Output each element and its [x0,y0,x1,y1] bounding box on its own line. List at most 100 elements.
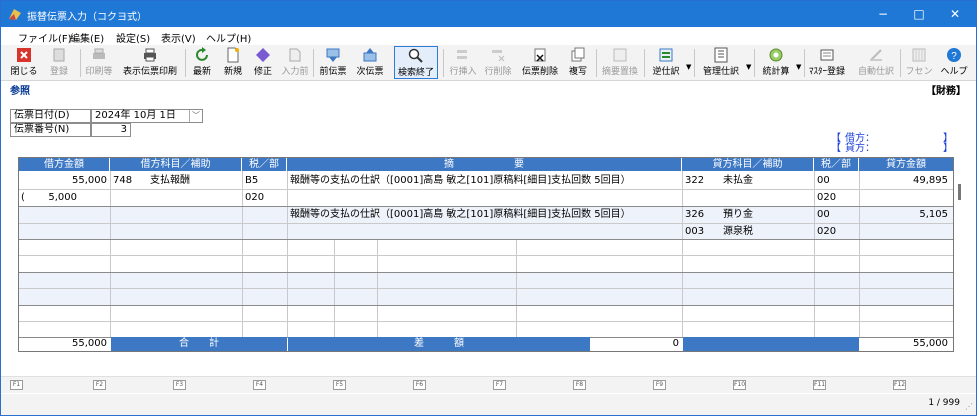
f10-key[interactable]: F10 [733,380,746,390]
credit-account-name[interactable]: 預り金 [723,206,811,223]
bracket-close: 】 [943,143,953,154]
toolbar-separator [754,49,755,77]
toolbar-label-insert-row: 行挿入 [449,67,477,77]
copy-button[interactable]: 複写 [564,46,592,79]
next-voucher-button[interactable]: 次伝票 [353,46,387,79]
credit-tax-cell[interactable]: 00 [817,206,857,223]
credit-account-name[interactable]: 未払金 [723,172,811,189]
toolbar-separator [804,49,805,77]
prev-voucher-button[interactable]: 前伝票 [317,46,349,79]
mode-bar: 参照 【財務】 [1,81,976,97]
menu-help[interactable]: ヘルプ(H) [206,30,251,45]
resize-grip-icon[interactable]: ⋰ [965,402,973,411]
maximize-button[interactable]: □ [900,1,938,27]
toolbar-label-new: 新規 [223,67,242,77]
edit-button[interactable]: 修正 [250,46,276,79]
credit-tax-cell[interactable]: 020 [817,189,857,206]
f6-key[interactable]: F6 [413,380,426,390]
menu-settings[interactable]: 設定(S) [116,30,150,45]
menu-file[interactable]: ファイル(F) [18,30,72,45]
debit-amount-cell[interactable]: 55,000 [21,172,107,189]
calc-icon [769,48,783,62]
credit-account-name[interactable]: 源泉税 [723,223,811,240]
f4-key[interactable]: F4 [253,380,266,390]
sticky-note-icon [912,48,926,62]
credit-tax-cell[interactable]: 00 [817,172,857,189]
grid-line [19,239,953,240]
register-button[interactable]: 登録 [44,46,74,79]
reverse-icon [659,48,673,62]
date-input[interactable]: 2024年 10月 1日 ﹀ [91,109,203,123]
toolbar-separator [443,49,444,77]
debit-account-name[interactable]: 支払報酬 [150,172,238,189]
close-window-button[interactable]: ✕ [936,1,974,27]
master-register-button[interactable]: ﾏｽﾀｰ登録 [807,46,847,79]
print-etc-button[interactable]: 印刷等 [83,46,115,79]
search-end-button[interactable]: 検索終了 [394,46,438,79]
statistics-button[interactable]: 統計算 [758,46,794,79]
delete-voucher-button[interactable]: 伝票削除 [518,46,562,79]
f12-key[interactable]: F12 [893,380,906,390]
sticky-note-button[interactable]: フセン [904,46,934,79]
replace-summary-button[interactable]: 摘要置換 [600,46,640,79]
status-bar: 1 / 999 ⋰ [1,394,976,415]
reverse-entry-button[interactable]: 逆仕訳 [648,46,684,79]
row-scroll-indicator[interactable] [958,184,961,200]
toolbar-label-undo: 入力前 [281,67,309,77]
f2-key[interactable]: F2 [93,380,106,390]
help-button[interactable]: ? ヘルプ [939,46,969,79]
window-title: 振替伝票入力（コクヨ式） [27,12,147,23]
grid-line [110,171,111,337]
f8-key[interactable]: F8 [573,380,586,390]
delete-row-button[interactable]: 行削除 [482,46,514,79]
f9-key[interactable]: F9 [653,380,666,390]
bracket-open: 【 [831,143,841,154]
credit-account-code[interactable]: 003 [685,223,715,240]
header-credit-amount: 貸方金額 [859,158,953,171]
grid-line [19,189,953,190]
f5-key[interactable]: F5 [333,380,346,390]
reverse-entry-dropdown[interactable]: ▼ [686,63,691,71]
statistics-dropdown[interactable]: ▼ [796,63,801,71]
f7-key[interactable]: F7 [493,380,506,390]
auto-entry-button[interactable]: 自動仕訳 [856,46,896,79]
insert-row-button[interactable]: 行挿入 [447,46,479,79]
credit-amount-cell[interactable]: 49,895 [862,172,948,189]
debit-amount-cell[interactable]: 5,000 [31,189,77,206]
voucher-number-input[interactable]: 3 [91,123,131,137]
f11-key[interactable]: F11 [813,380,826,390]
f3-key[interactable]: F3 [173,380,186,390]
prev-voucher-icon [326,48,340,62]
description-cell[interactable]: 報酬等の支払の仕訳（[0001]高島 敏之[101]原稿料[細目]支払回数 5回… [290,206,680,223]
print-voucher-button[interactable]: 表示伝票印刷 [119,46,181,79]
app-window: 振替伝票入力（コクヨ式） − □ ✕ ファイル(F) 編集(E) 設定(S) 表… [0,0,977,416]
debit-tax-cell[interactable]: 020 [245,189,285,206]
menu-edit[interactable]: 編集(E) [70,30,104,45]
manage-entry-button[interactable]: 管理仕訳 [698,46,744,79]
header-credit-tax: 税／部 [814,158,859,171]
refresh-button[interactable]: 最新 [189,46,215,79]
f1-key[interactable]: F1 [10,380,23,390]
debit-tax-cell[interactable]: B5 [245,172,285,189]
credit-account-code[interactable]: 326 [685,206,715,223]
credit-amount-cell[interactable]: 5,105 [862,206,948,223]
undo-button[interactable]: 入力前 [280,46,310,79]
toolbar-separator [80,49,81,77]
help-icon: ? [947,48,961,62]
chevron-down-icon[interactable]: ﹀ [189,110,202,122]
description-cell[interactable]: 報酬等の支払の仕訳（[0001]高島 敏之[101]原稿料[細目]支払回数 5回… [290,172,680,189]
new-button[interactable]: 新規 [220,46,246,79]
manage-entry-dropdown[interactable]: ▼ [746,63,751,71]
grid-line [814,171,815,337]
printer-icon [144,48,156,62]
minimize-button[interactable]: − [864,1,902,27]
close-icon [17,48,31,62]
credit-account-code[interactable]: 322 [685,172,715,189]
close-button[interactable]: 閉じる [9,46,39,79]
delete-voucher-icon [534,48,546,62]
grid-line [859,171,860,337]
debit-account-code[interactable]: 748 [113,172,143,189]
menu-view[interactable]: 表示(V) [161,30,196,45]
header-debit-tax: 税／部 [242,158,287,171]
credit-tax-cell[interactable]: 020 [817,223,857,240]
